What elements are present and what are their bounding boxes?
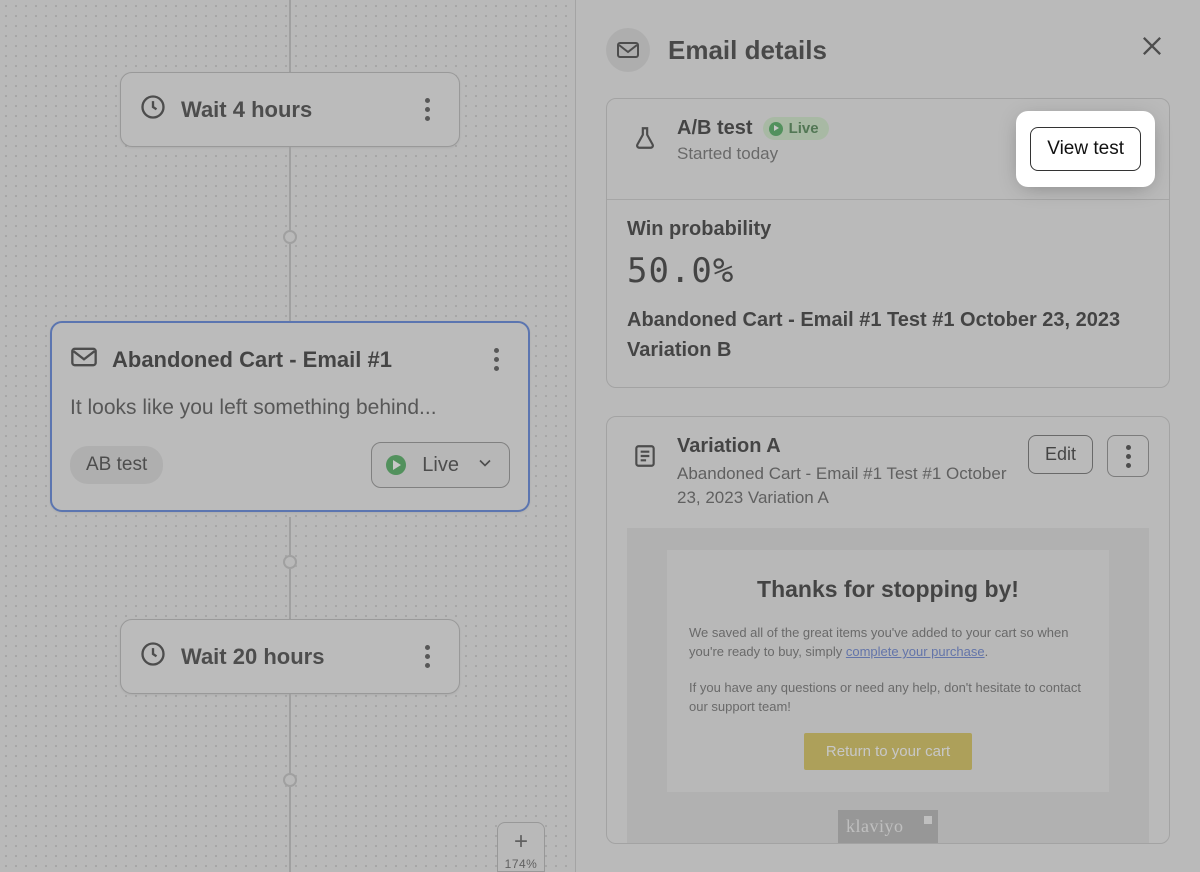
connector-node[interactable] xyxy=(283,555,297,569)
connector-line xyxy=(289,787,291,872)
document-icon xyxy=(627,438,663,474)
email-node-selected[interactable]: Abandoned Cart - Email #1 It looks like … xyxy=(50,321,530,512)
leading-variation-desc: Abandoned Cart - Email #1 Test #1 Octobe… xyxy=(627,305,1149,365)
ab-test-chip: AB test xyxy=(70,446,163,484)
chevron-down-icon xyxy=(475,453,495,478)
connector-line xyxy=(289,0,291,72)
clock-icon xyxy=(139,93,167,126)
panel-title: Email details xyxy=(668,35,1116,66)
wait-node-2[interactable]: Wait 20 hours xyxy=(120,619,460,694)
ab-test-card: A/B test Live Started today View test Wi… xyxy=(606,98,1170,388)
variation-menu-button[interactable] xyxy=(1107,435,1149,477)
email-node-menu-button[interactable] xyxy=(482,348,510,371)
wait-node-label: Wait 4 hours xyxy=(181,97,413,123)
connector-node[interactable] xyxy=(283,230,297,244)
close-button[interactable] xyxy=(1134,28,1170,72)
live-badge-label: Live xyxy=(789,120,819,137)
view-test-button[interactable]: View test xyxy=(1030,127,1141,171)
connector-node[interactable] xyxy=(283,773,297,787)
email-node-title: Abandoned Cart - Email #1 xyxy=(112,347,482,373)
email-preview: Thanks for stopping by! We saved all of … xyxy=(627,528,1149,843)
play-icon xyxy=(769,122,783,136)
zoom-in-button[interactable]: + xyxy=(498,829,544,855)
view-test-highlight: View test xyxy=(1022,117,1149,181)
wait-node-menu-button[interactable] xyxy=(413,645,441,668)
connector-line xyxy=(289,244,291,321)
preview-heading: Thanks for stopping by! xyxy=(689,576,1087,603)
edit-button[interactable]: Edit xyxy=(1028,435,1093,474)
wait-node-label: Wait 20 hours xyxy=(181,644,413,670)
live-badge: Live xyxy=(763,117,829,140)
clock-icon xyxy=(139,640,167,673)
status-dropdown-label: Live xyxy=(422,454,459,477)
mail-icon xyxy=(70,345,98,374)
wait-node-menu-button[interactable] xyxy=(413,98,441,121)
ab-test-started: Started today xyxy=(677,144,1008,164)
connector-line xyxy=(289,569,291,619)
win-probability-value: 50.0% xyxy=(627,251,1149,291)
preview-paragraph-2: If you have any questions or need any he… xyxy=(689,678,1087,717)
flask-icon xyxy=(627,120,663,156)
play-icon xyxy=(386,455,406,475)
connector-line xyxy=(289,694,291,774)
wait-node-1[interactable]: Wait 4 hours xyxy=(120,72,460,147)
return-to-cart-button[interactable]: Return to your cart xyxy=(804,733,972,770)
variation-title: Variation A xyxy=(677,435,1014,458)
connector-line xyxy=(289,517,291,557)
connector-line xyxy=(289,147,291,237)
ab-test-title: A/B test xyxy=(677,117,753,140)
win-probability-label: Win probability xyxy=(627,218,1149,241)
klaviyo-logo: klaviyo xyxy=(838,810,938,843)
email-details-panel: Email details A/B test Live Started toda… xyxy=(575,0,1200,872)
mail-icon xyxy=(606,28,650,72)
zoom-level: 174% xyxy=(498,855,544,871)
status-dropdown[interactable]: Live xyxy=(371,442,510,488)
preview-paragraph-1: We saved all of the great items you've a… xyxy=(689,623,1087,662)
variation-subtitle: Abandoned Cart - Email #1 Test #1 Octobe… xyxy=(677,462,1014,510)
flow-canvas[interactable]: Wait 4 hours Abandoned Cart - Email #1 I… xyxy=(0,0,575,872)
email-node-preview-text: It looks like you left something behind.… xyxy=(70,396,510,420)
zoom-control[interactable]: + 174% xyxy=(497,822,545,872)
variation-card: Variation A Abandoned Cart - Email #1 Te… xyxy=(606,416,1170,844)
complete-purchase-link[interactable]: complete your purchase xyxy=(846,644,985,659)
